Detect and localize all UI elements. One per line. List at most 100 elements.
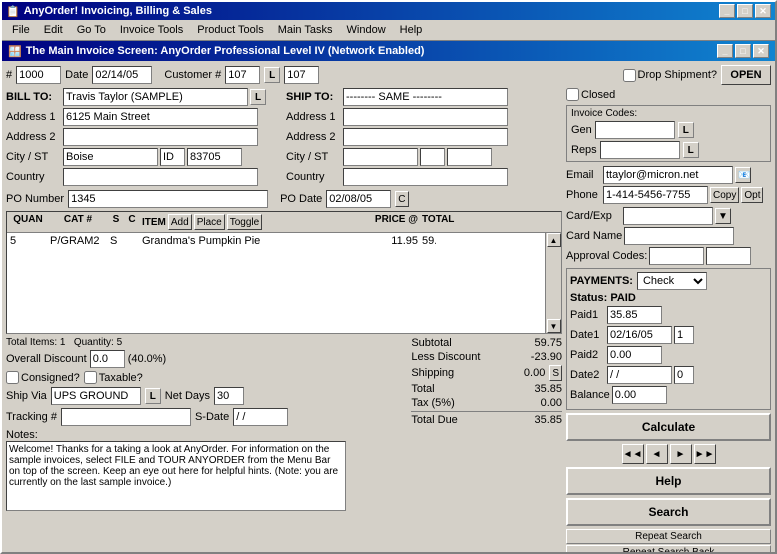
bill-state-input[interactable] (160, 148, 185, 166)
tax-value: 0.00 (512, 397, 562, 409)
invoice-close-btn[interactable]: ✕ (753, 44, 769, 58)
balance-label: Balance (570, 389, 610, 401)
invoice-minimize-btn[interactable]: _ (717, 44, 733, 58)
bill-zip-input[interactable] (187, 148, 242, 166)
menu-main-tasks[interactable]: Main Tasks (272, 22, 339, 38)
nav-prev-button[interactable]: ◄ (646, 444, 668, 464)
card-dropdown-button[interactable]: ▼ (715, 208, 731, 224)
closed-label: Closed (566, 88, 615, 101)
ship-via-input[interactable] (51, 387, 141, 405)
email-icon-button[interactable]: 📧 (735, 167, 751, 183)
paid1-input[interactable] (607, 306, 662, 324)
open-button[interactable]: OPEN (721, 65, 771, 85)
bill-name-input[interactable] (63, 88, 248, 106)
add-button[interactable]: Add (168, 214, 192, 230)
ship-zip-input[interactable] (447, 148, 492, 166)
bill-city-input[interactable] (63, 148, 158, 166)
ship-via-l-button[interactable]: L (145, 388, 161, 404)
nav-first-button[interactable]: ◄◄ (622, 444, 644, 464)
date1-input[interactable] (607, 326, 672, 344)
ship-city-input[interactable] (343, 148, 418, 166)
gen-input[interactable] (595, 121, 675, 139)
card-name-input[interactable] (624, 227, 734, 245)
invoice-number-input[interactable] (16, 66, 61, 84)
col-price: PRICE @ (360, 213, 420, 231)
net-days-label: Net Days (165, 390, 210, 402)
payments-label: PAYMENTS: (570, 275, 633, 287)
reps-l-button[interactable]: L (683, 142, 699, 158)
consigned-checkbox[interactable] (6, 371, 19, 384)
card-exp-input[interactable] (623, 207, 713, 225)
po-number-input[interactable] (68, 190, 268, 208)
drop-shipment-checkbox[interactable] (623, 69, 636, 82)
ship-address1-input[interactable] (343, 108, 508, 126)
customer-l-button[interactable]: L (264, 67, 280, 83)
opt-button[interactable]: Opt (741, 187, 763, 203)
invoice-restore-btn[interactable]: □ (735, 44, 751, 58)
scroll-up-btn[interactable]: ▲ (547, 233, 561, 247)
close-btn[interactable]: ✕ (755, 4, 771, 18)
invoice-window-icon: 🪟 (8, 45, 22, 58)
menu-invoice-tools[interactable]: Invoice Tools (114, 22, 189, 38)
nav-last-button[interactable]: ►► (694, 444, 716, 464)
ship-address2-label: Address 2 (286, 131, 341, 143)
ship-same-input[interactable] (343, 88, 508, 106)
help-button[interactable]: Help (566, 467, 771, 495)
net-days-input[interactable] (214, 387, 244, 405)
date-input[interactable] (92, 66, 152, 84)
po-c-button[interactable]: C (395, 191, 408, 207)
copy-button[interactable]: Copy (710, 187, 739, 203)
item-c (124, 234, 140, 248)
menu-edit[interactable]: Edit (38, 22, 69, 38)
shipping-label: Shipping (411, 367, 491, 379)
bill-country-input[interactable] (63, 168, 258, 186)
scroll-down-btn[interactable]: ▼ (547, 319, 561, 333)
repeat-search-button[interactable]: Repeat Search (566, 529, 771, 544)
repeat-search-back-button[interactable]: Repeat Search Back (566, 545, 771, 554)
ship-address2-input[interactable] (343, 128, 508, 146)
payment-method-select[interactable]: Check Cash Credit (637, 272, 707, 290)
gen-l-button[interactable]: L (678, 122, 694, 138)
tracking-input[interactable] (61, 408, 191, 426)
toggle-button[interactable]: Toggle (227, 214, 262, 230)
menu-goto[interactable]: Go To (71, 22, 112, 38)
menu-window[interactable]: Window (341, 22, 392, 38)
balance-input[interactable] (612, 386, 667, 404)
customer-name-input[interactable] (284, 66, 319, 84)
phone-input[interactable] (603, 186, 708, 204)
minimize-btn[interactable]: _ (719, 4, 735, 18)
closed-checkbox[interactable] (566, 88, 579, 101)
email-input[interactable] (603, 166, 733, 184)
calculate-button[interactable]: Calculate (566, 413, 771, 441)
less-discount-label: Less Discount (411, 351, 491, 363)
nav-next-button[interactable]: ► (670, 444, 692, 464)
date1-num-input[interactable] (674, 326, 694, 344)
approval-input1[interactable] (649, 247, 704, 265)
col-cat: CAT # (48, 213, 108, 231)
place-button[interactable]: Place (194, 214, 225, 230)
bill-address2-input[interactable] (63, 128, 258, 146)
bill-l-button[interactable]: L (250, 89, 266, 105)
customer-num-input[interactable] (225, 66, 260, 84)
po-date-input[interactable] (326, 190, 391, 208)
date2-num-input[interactable] (674, 366, 694, 384)
maximize-btn[interactable]: □ (737, 4, 753, 18)
bill-address1-input[interactable] (63, 108, 258, 126)
search-button[interactable]: Search (566, 498, 771, 526)
s-date-input[interactable] (233, 408, 288, 426)
ship-country-input[interactable] (343, 168, 508, 186)
shipping-s-button[interactable]: S (549, 365, 562, 381)
ship-state-input[interactable] (420, 148, 445, 166)
reps-input[interactable] (600, 141, 680, 159)
date2-input[interactable] (607, 366, 672, 384)
approval-input2[interactable] (706, 247, 751, 265)
overall-discount-input[interactable] (90, 350, 125, 368)
taxable-checkbox[interactable] (84, 371, 97, 384)
items-table-body: 5 P/GRAM2 S Grandma's Pumpkin Pie 11.95 … (7, 233, 545, 333)
table-row[interactable]: 5 P/GRAM2 S Grandma's Pumpkin Pie 11.95 … (7, 233, 545, 249)
card-name-label: Card Name (566, 230, 622, 242)
menu-file[interactable]: File (6, 22, 36, 38)
menu-help[interactable]: Help (394, 22, 429, 38)
paid2-input[interactable] (607, 346, 662, 364)
menu-product-tools[interactable]: Product Tools (191, 22, 269, 38)
